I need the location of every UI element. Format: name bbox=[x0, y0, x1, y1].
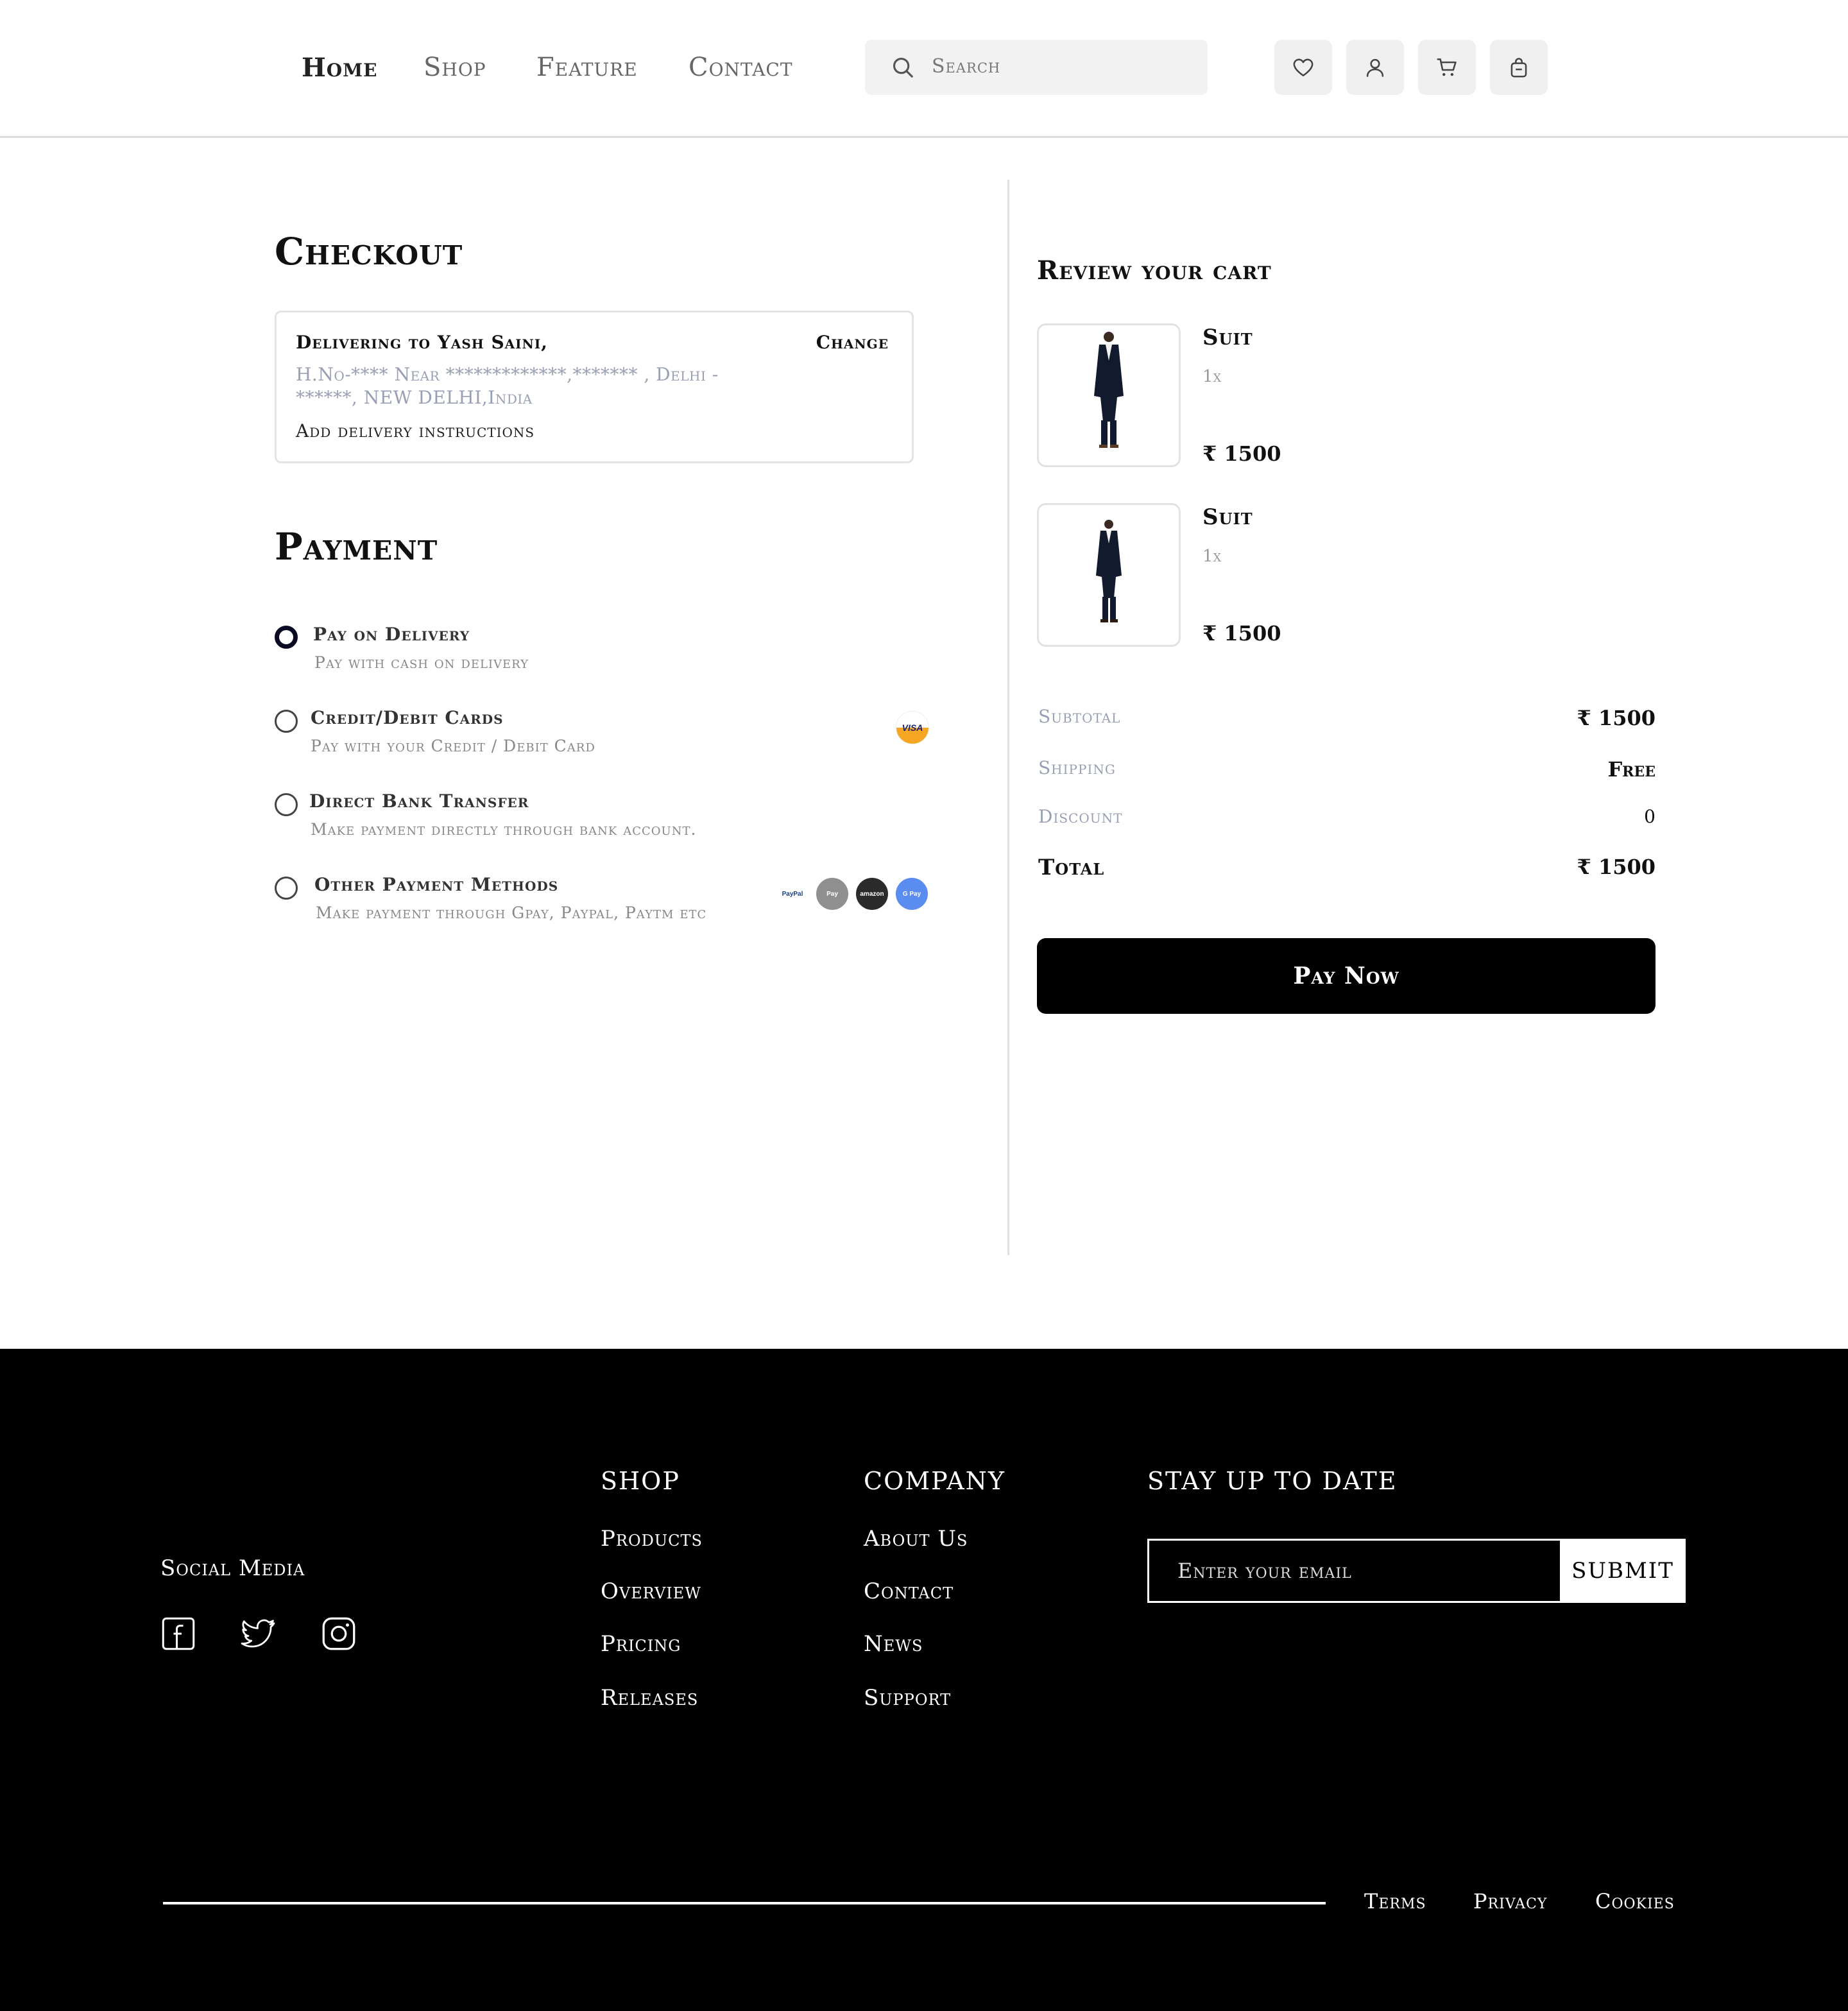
facebook-icon bbox=[162, 1617, 195, 1650]
footer-shop-heading: SHOP bbox=[601, 1467, 680, 1495]
footer-company-heading: COMPANY bbox=[864, 1467, 1005, 1495]
delivering-to-label: Delivering to Yash Saini, bbox=[296, 332, 548, 353]
footer-link-privacy[interactable]: Privacy bbox=[1473, 1889, 1547, 1913]
cart-item-image[interactable] bbox=[1037, 323, 1181, 467]
site-footer: Social Media SHOP Products Overview Pric… bbox=[0, 1349, 1848, 2011]
search-placeholder: Search bbox=[932, 55, 1001, 78]
cart-item-quantity: 1x bbox=[1202, 367, 1222, 386]
instagram-link[interactable] bbox=[320, 1614, 358, 1656]
suit-product-image bbox=[1096, 520, 1122, 622]
search-icon bbox=[893, 57, 913, 78]
other-methods-title[interactable]: Other Payment Methods bbox=[314, 874, 558, 895]
subtotal-label: Subtotal bbox=[1038, 706, 1121, 727]
bank-transfer-radio[interactable] bbox=[275, 793, 298, 816]
cart-item-price: ₹ 1500 bbox=[1202, 621, 1281, 646]
credit-debit-title[interactable]: Credit/Debit Cards bbox=[311, 707, 504, 728]
add-delivery-instructions-link[interactable]: Add delivery instructions bbox=[296, 420, 535, 441]
footer-link-cookies[interactable]: Cookies bbox=[1595, 1889, 1675, 1913]
cart-item-name: Suit bbox=[1202, 504, 1253, 530]
pay-on-delivery-subtitle: Pay with cash on delivery bbox=[314, 653, 529, 672]
bag-icon bbox=[1510, 58, 1527, 78]
footer-link-pricing[interactable]: Pricing bbox=[601, 1631, 681, 1657]
other-methods-subtitle: Make payment through Gpay, Paypal, Paytm… bbox=[316, 903, 707, 922]
account-button[interactable] bbox=[1346, 40, 1404, 95]
email-placeholder: Enter your email bbox=[1177, 1559, 1352, 1583]
footer-link-news[interactable]: News bbox=[864, 1631, 923, 1657]
bag-button[interactable] bbox=[1490, 40, 1548, 95]
cart-item-price: ₹ 1500 bbox=[1202, 441, 1281, 466]
delivery-address-card: Delivering to Yash Saini, Change H.No-**… bbox=[275, 311, 914, 463]
total-label: Total bbox=[1038, 855, 1105, 880]
credit-debit-radio[interactable] bbox=[275, 710, 298, 733]
footer-link-terms[interactable]: Terms bbox=[1364, 1889, 1426, 1913]
subtotal-value: ₹ 1500 bbox=[1577, 706, 1656, 730]
cart-item-image[interactable] bbox=[1037, 503, 1181, 647]
bank-transfer-title[interactable]: Direct Bank Transfer bbox=[309, 791, 529, 812]
footer-link-products[interactable]: Products bbox=[601, 1526, 703, 1552]
google-pay-logo-icon: G Pay bbox=[896, 878, 928, 910]
shipping-label: Shipping bbox=[1038, 757, 1116, 778]
pay-now-button[interactable]: Pay Now bbox=[1037, 938, 1656, 1014]
pay-on-delivery-title[interactable]: Pay on Delivery bbox=[313, 624, 470, 645]
amazon-pay-logo-icon: amazon bbox=[856, 878, 888, 910]
heart-icon bbox=[1293, 58, 1313, 76]
apple-pay-logo-icon: Pay bbox=[816, 878, 848, 910]
review-cart-title: Review your cart bbox=[1037, 255, 1272, 286]
cart-item-quantity: 1x bbox=[1202, 547, 1222, 566]
bank-transfer-subtitle: Make payment directly through bank accou… bbox=[311, 820, 697, 839]
cart-item-name: Suit bbox=[1202, 325, 1253, 350]
credit-debit-subtitle: Pay with your Credit / Debit Card bbox=[311, 737, 595, 755]
nav-link-home[interactable]: Home bbox=[302, 53, 378, 83]
footer-link-releases[interactable]: Releases bbox=[601, 1685, 698, 1711]
instagram-icon bbox=[322, 1617, 355, 1650]
twitter-icon bbox=[241, 1619, 275, 1648]
newsletter-heading: STAY UP TO DATE bbox=[1147, 1467, 1398, 1495]
change-address-link[interactable]: Change bbox=[816, 332, 889, 353]
address-line-1: H.No-**** Near *************,******* , D… bbox=[296, 364, 719, 385]
newsletter-submit-button[interactable]: SUBMIT bbox=[1560, 1539, 1686, 1603]
top-navigation-bar: Home Shop Feature Contact Search bbox=[0, 0, 1848, 138]
section-divider bbox=[1007, 180, 1009, 1255]
social-media-title: Social Media bbox=[160, 1555, 305, 1581]
newsletter-email-input[interactable]: Enter your email bbox=[1147, 1539, 1562, 1603]
other-methods-radio[interactable] bbox=[275, 877, 298, 900]
pay-on-delivery-radio[interactable] bbox=[275, 626, 298, 649]
visa-logo-icon: VISA bbox=[896, 711, 929, 744]
search-input[interactable]: Search bbox=[865, 40, 1208, 95]
facebook-link[interactable] bbox=[159, 1614, 198, 1656]
footer-link-contact[interactable]: Contact bbox=[864, 1579, 954, 1604]
suit-product-image bbox=[1094, 332, 1124, 448]
twitter-link[interactable] bbox=[239, 1614, 277, 1656]
footer-link-overview[interactable]: Overview bbox=[601, 1579, 701, 1604]
nav-link-shop[interactable]: Shop bbox=[424, 53, 486, 82]
footer-link-support[interactable]: Support bbox=[864, 1685, 951, 1711]
discount-label: Discount bbox=[1038, 806, 1123, 827]
total-value: ₹ 1500 bbox=[1577, 855, 1656, 879]
footer-link-about-us[interactable]: About Us bbox=[864, 1526, 968, 1552]
payment-title: Payment bbox=[275, 525, 438, 569]
paypal-logo-icon: PayPal bbox=[776, 878, 809, 910]
user-icon bbox=[1366, 58, 1384, 77]
cart-icon bbox=[1437, 58, 1457, 76]
footer-divider bbox=[163, 1902, 1326, 1904]
shipping-value: Free bbox=[1607, 757, 1656, 782]
cart-button[interactable] bbox=[1418, 40, 1476, 95]
wishlist-button[interactable] bbox=[1274, 40, 1332, 95]
discount-value: 0 bbox=[1644, 806, 1656, 827]
nav-link-contact[interactable]: Contact bbox=[689, 53, 793, 82]
checkout-title: Checkout bbox=[275, 230, 463, 273]
nav-link-feature[interactable]: Feature bbox=[536, 53, 638, 82]
address-line-2: ******, NEW DELHI,India bbox=[296, 387, 533, 408]
